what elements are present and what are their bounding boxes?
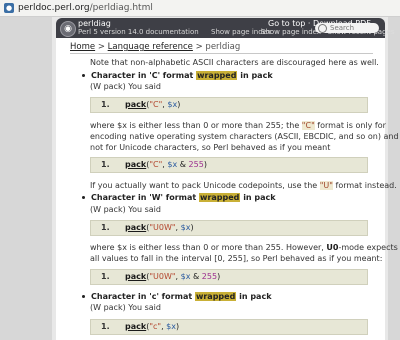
url-path: /perldiag.html — [89, 3, 153, 13]
diag-heading-W-format: Character in 'W' format wrapped in pack — [82, 193, 276, 202]
code-line-number: 1. — [101, 223, 110, 232]
doc-header: ◉ perldiag Perl 5 version 14.0 documenta… — [56, 18, 394, 38]
search-icon — [318, 23, 327, 33]
diag-category: (W pack) You said — [90, 82, 161, 91]
code-line: pack("U0W", $x) — [125, 223, 194, 232]
breadcrumb-separator: > — [97, 42, 108, 52]
search-highlight: wrapped — [196, 71, 238, 80]
intro-text: Note that non-alphabetic ASCII character… — [90, 58, 379, 67]
diag-category: (W pack) You said — [90, 205, 161, 214]
code-line: pack("U0W", $x & 255) — [125, 272, 221, 281]
pack-function-link[interactable]: pack — [125, 322, 146, 331]
code-line: pack("C", $x & 255) — [125, 160, 207, 169]
code-line-number: 1. — [101, 322, 110, 331]
pack-function-link[interactable]: pack — [125, 160, 146, 169]
perl-onion-logo-icon: ◉ — [60, 21, 76, 37]
paragraph: where $x is either less than 0 or more t… — [90, 243, 398, 252]
bullet — [82, 295, 85, 298]
breadcrumb-current: perldiag — [205, 42, 241, 52]
pack-function-link[interactable]: pack — [125, 223, 146, 232]
paragraph: encoding native operating system charact… — [90, 132, 399, 141]
inline-code: "C" — [301, 121, 315, 130]
search-box[interactable]: Search — [315, 23, 379, 33]
code-block: 1. pack("C", $x) — [90, 97, 368, 113]
code-line-number: 1. — [101, 100, 110, 109]
search-input[interactable]: Search — [330, 24, 354, 32]
bullet — [82, 74, 85, 77]
search-highlight: wrapped — [194, 292, 237, 301]
page-title: perldiag — [78, 19, 111, 28]
code-line: pack("c", $x) — [125, 322, 180, 331]
search-highlight: wrapped — [199, 193, 241, 202]
code-block: 1. pack("C", $x & 255) — [90, 157, 368, 173]
paragraph: where $x is either less than 0 or more t… — [90, 121, 386, 130]
diag-heading-C-format: Character in 'C' format wrapped in pack — [82, 71, 273, 80]
divider — [70, 53, 373, 54]
paragraph: not for Unicode characters, so Perl beha… — [90, 143, 331, 152]
code-line-number: 1. — [101, 272, 110, 281]
url-text[interactable]: perldoc.perl.org/perldiag.html — [18, 3, 153, 13]
paragraph: If you actually want to pack Unicode cod… — [90, 181, 397, 190]
diag-heading-c-format: Character in 'c' format wrapped in pack — [82, 292, 272, 301]
site-favicon-icon: ● — [4, 3, 14, 13]
perl-version-label: Perl 5 version 14.0 documentation — [78, 28, 199, 36]
diag-category: (W pack) You said — [90, 303, 161, 312]
url-domain: perldoc.perl.org — [18, 3, 90, 13]
code-line-number: 1. — [101, 160, 110, 169]
code-block: 1. pack("c", $x) — [90, 319, 368, 335]
page-margin-right — [388, 17, 400, 340]
pack-function-link[interactable]: pack — [125, 272, 146, 281]
code-line: pack("C", $x) — [125, 100, 181, 109]
breadcrumb-separator: > — [195, 42, 206, 52]
inline-code: U0 — [326, 243, 339, 252]
paragraph: all values to fall in the interval [0, 2… — [90, 254, 383, 263]
page-margin-left — [0, 17, 52, 340]
breadcrumb-language-reference-link[interactable]: Language reference — [108, 42, 193, 52]
main-content: Home > Language reference > perldiag Not… — [56, 38, 399, 340]
browser-url-bar[interactable]: ● perldoc.perl.org/perldiag.html — [0, 0, 400, 17]
inline-code: "U" — [319, 181, 333, 190]
code-block: 1. pack("U0W", $x) — [90, 220, 368, 236]
bullet — [82, 196, 85, 199]
code-block: 1. pack("U0W", $x & 255) — [90, 269, 368, 285]
breadcrumb: Home > Language reference > perldiag — [70, 42, 240, 52]
pack-function-link[interactable]: pack — [125, 100, 146, 109]
breadcrumb-home-link[interactable]: Home — [70, 42, 95, 52]
